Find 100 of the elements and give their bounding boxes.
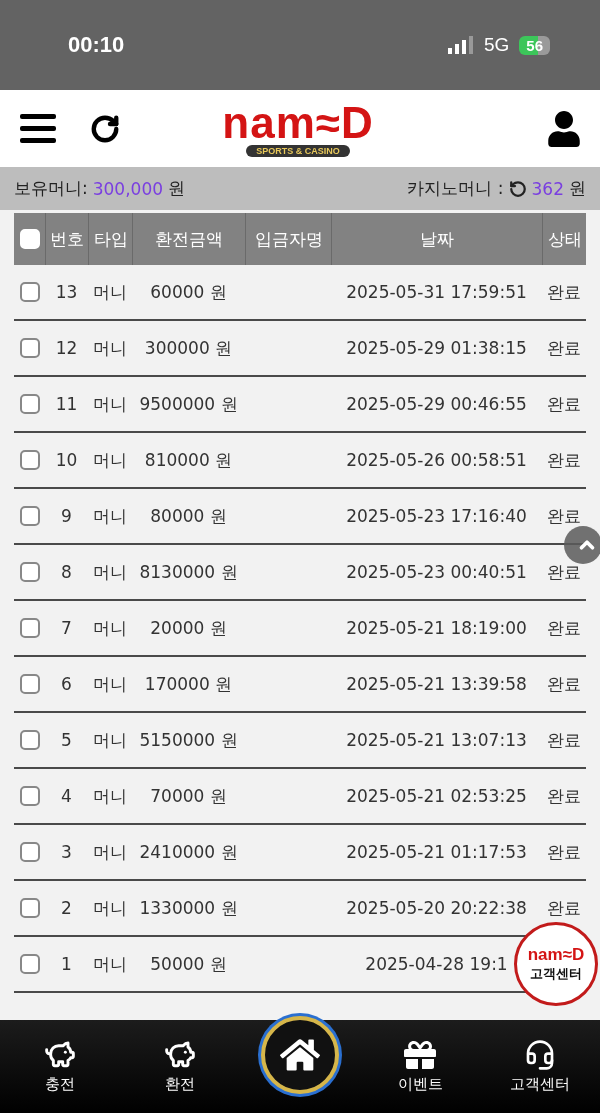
nav-item[interactable]: 충전 (0, 1039, 120, 1094)
support-badge[interactable]: nam≈D 고객센터 (514, 922, 598, 1006)
table-cell-text: 완료 (546, 896, 582, 920)
refresh-icon[interactable] (90, 113, 120, 144)
table-cell-text: 완료 (546, 840, 582, 864)
clock: 00:10 (68, 32, 125, 58)
row-checkbox[interactable] (19, 954, 40, 974)
table-cell-text: 머니 (92, 448, 128, 472)
balance-label: 보유머니: (14, 177, 88, 200)
table-cell-text: 2025-05-21 02:53:25 (345, 786, 528, 806)
row-checkbox[interactable] (19, 898, 40, 918)
network-label: 5G (483, 34, 510, 56)
table-cell-text: 3 (60, 842, 73, 862)
menu-icon[interactable] (20, 113, 56, 144)
table-cell-text: 10 (54, 450, 79, 470)
table-cell-text: 2025-05-26 00:58:51 (345, 450, 528, 470)
table-cell-text: 810000 원 (143, 448, 234, 472)
select-all-checkbox[interactable] (19, 229, 40, 249)
scroll-top-button[interactable] (564, 526, 600, 564)
table-cell-text: 8130000 원 (138, 560, 239, 584)
table-cell-text: 5150000 원 (138, 728, 239, 752)
table-cell-text: 머니 (92, 616, 128, 640)
nav-item[interactable]: 환전 (120, 1039, 240, 1094)
home-button[interactable] (261, 1015, 339, 1094)
refresh-icon[interactable] (508, 179, 527, 198)
column-header: 상태 (542, 213, 586, 265)
table-cell-text: 완료 (546, 280, 582, 304)
table-cell-text: 6 (60, 674, 73, 694)
table-cell-text: 2025-05-29 01:38:15 (345, 338, 528, 358)
row-checkbox[interactable] (19, 562, 40, 582)
row-checkbox[interactable] (19, 450, 40, 470)
table-cell-text: 2025-05-21 01:17:53 (345, 842, 528, 862)
table-cell-text: 2025-05-29 00:46:55 (345, 394, 528, 414)
table-cell-text: 2025-05-20 20:22:38 (345, 898, 528, 918)
table-cell-text: 2 (60, 898, 73, 918)
balance-amount: 300,000 (92, 178, 164, 199)
table-cell-text: 1 (60, 954, 73, 974)
table-cell-text: 5 (60, 730, 73, 750)
table-cell-text: 머니 (92, 672, 128, 696)
headset-icon (524, 1039, 556, 1071)
table-cell-text: 2410000 원 (138, 840, 239, 864)
table-cell-text: 4 (60, 786, 73, 806)
column-header: 타입 (88, 213, 132, 265)
table-cell-text: 완료 (546, 784, 582, 808)
table-cell-text: 머니 (92, 392, 128, 416)
table-cell-text: 12 (54, 338, 79, 358)
table-cell-text: 2025-05-21 13:39:58 (345, 674, 528, 694)
table-cell-text: 완료 (546, 392, 582, 416)
table-cell-text: 머니 (92, 728, 128, 752)
row-checkbox[interactable] (19, 730, 40, 750)
table-cell-text: 7 (60, 618, 73, 638)
table-cell-text: 머니 (92, 896, 128, 920)
table-cell-text: 1330000 원 (138, 896, 239, 920)
table-cell-text: 머니 (92, 280, 128, 304)
user-icon[interactable] (546, 110, 582, 147)
table-cell-text: 13 (54, 282, 79, 302)
table-cell-text: 60000 원 (149, 280, 228, 304)
table-cell-text: 9500000 원 (138, 392, 239, 416)
table-cell-text: 완료 (546, 728, 582, 752)
table-cell-text: 완료 (546, 336, 582, 360)
column-header: 환전금액 (132, 213, 245, 265)
logo: nam≈D (222, 100, 374, 145)
row-checkbox[interactable] (19, 338, 40, 358)
casino-balance-amount: 362 (531, 178, 564, 199)
table-cell-text: 2025-05-21 18:19:00 (345, 618, 528, 638)
row-checkbox[interactable] (19, 394, 40, 414)
column-header: 입금자명 (245, 213, 331, 265)
row-checkbox[interactable] (19, 618, 40, 638)
table-cell-text: 완료 (546, 448, 582, 472)
column-header: 번호 (45, 213, 88, 265)
table-cell-text: 머니 (92, 504, 128, 528)
row-checkbox[interactable] (19, 282, 40, 302)
casino-balance-label: 카지노머니 : (407, 177, 504, 200)
table-cell-text: 머니 (92, 560, 128, 584)
gift-icon (404, 1039, 436, 1071)
table-cell-text: 2025-05-23 00:40:51 (345, 562, 528, 582)
row-checkbox[interactable] (19, 786, 40, 806)
table-cell-text: 9 (60, 506, 73, 526)
logo-tagline: SPORTS & CASINO (246, 144, 350, 157)
table-cell-text: 300000 원 (143, 336, 234, 360)
column-header: 날짜 (331, 213, 542, 265)
table-cell-text: 80000 원 (149, 504, 228, 528)
table-cell-text: 완료 (546, 672, 582, 696)
table-cell-text: 20000 원 (149, 616, 228, 640)
nav-item[interactable]: 고객센터 (480, 1039, 600, 1094)
table-cell-text: 머니 (92, 840, 128, 864)
table-cell-text: 완료 (546, 504, 582, 528)
table-cell-text: 머니 (92, 784, 128, 808)
row-checkbox[interactable] (19, 842, 40, 862)
row-checkbox[interactable] (19, 506, 40, 526)
nav-item[interactable]: 이벤트 (360, 1039, 480, 1094)
table-cell-text: 170000 원 (143, 672, 234, 696)
signal-icon (447, 36, 474, 54)
row-checkbox[interactable] (19, 674, 40, 694)
table-cell-text: 50000 원 (149, 952, 228, 976)
table-cell-text: 2025-05-21 13:07:13 (345, 730, 528, 750)
table-cell-text: 70000 원 (149, 784, 228, 808)
table-cell-text: 머니 (92, 336, 128, 360)
table-cell-text: 2025-05-23 17:16:40 (345, 506, 528, 526)
table-cell-text: 머니 (92, 952, 128, 976)
